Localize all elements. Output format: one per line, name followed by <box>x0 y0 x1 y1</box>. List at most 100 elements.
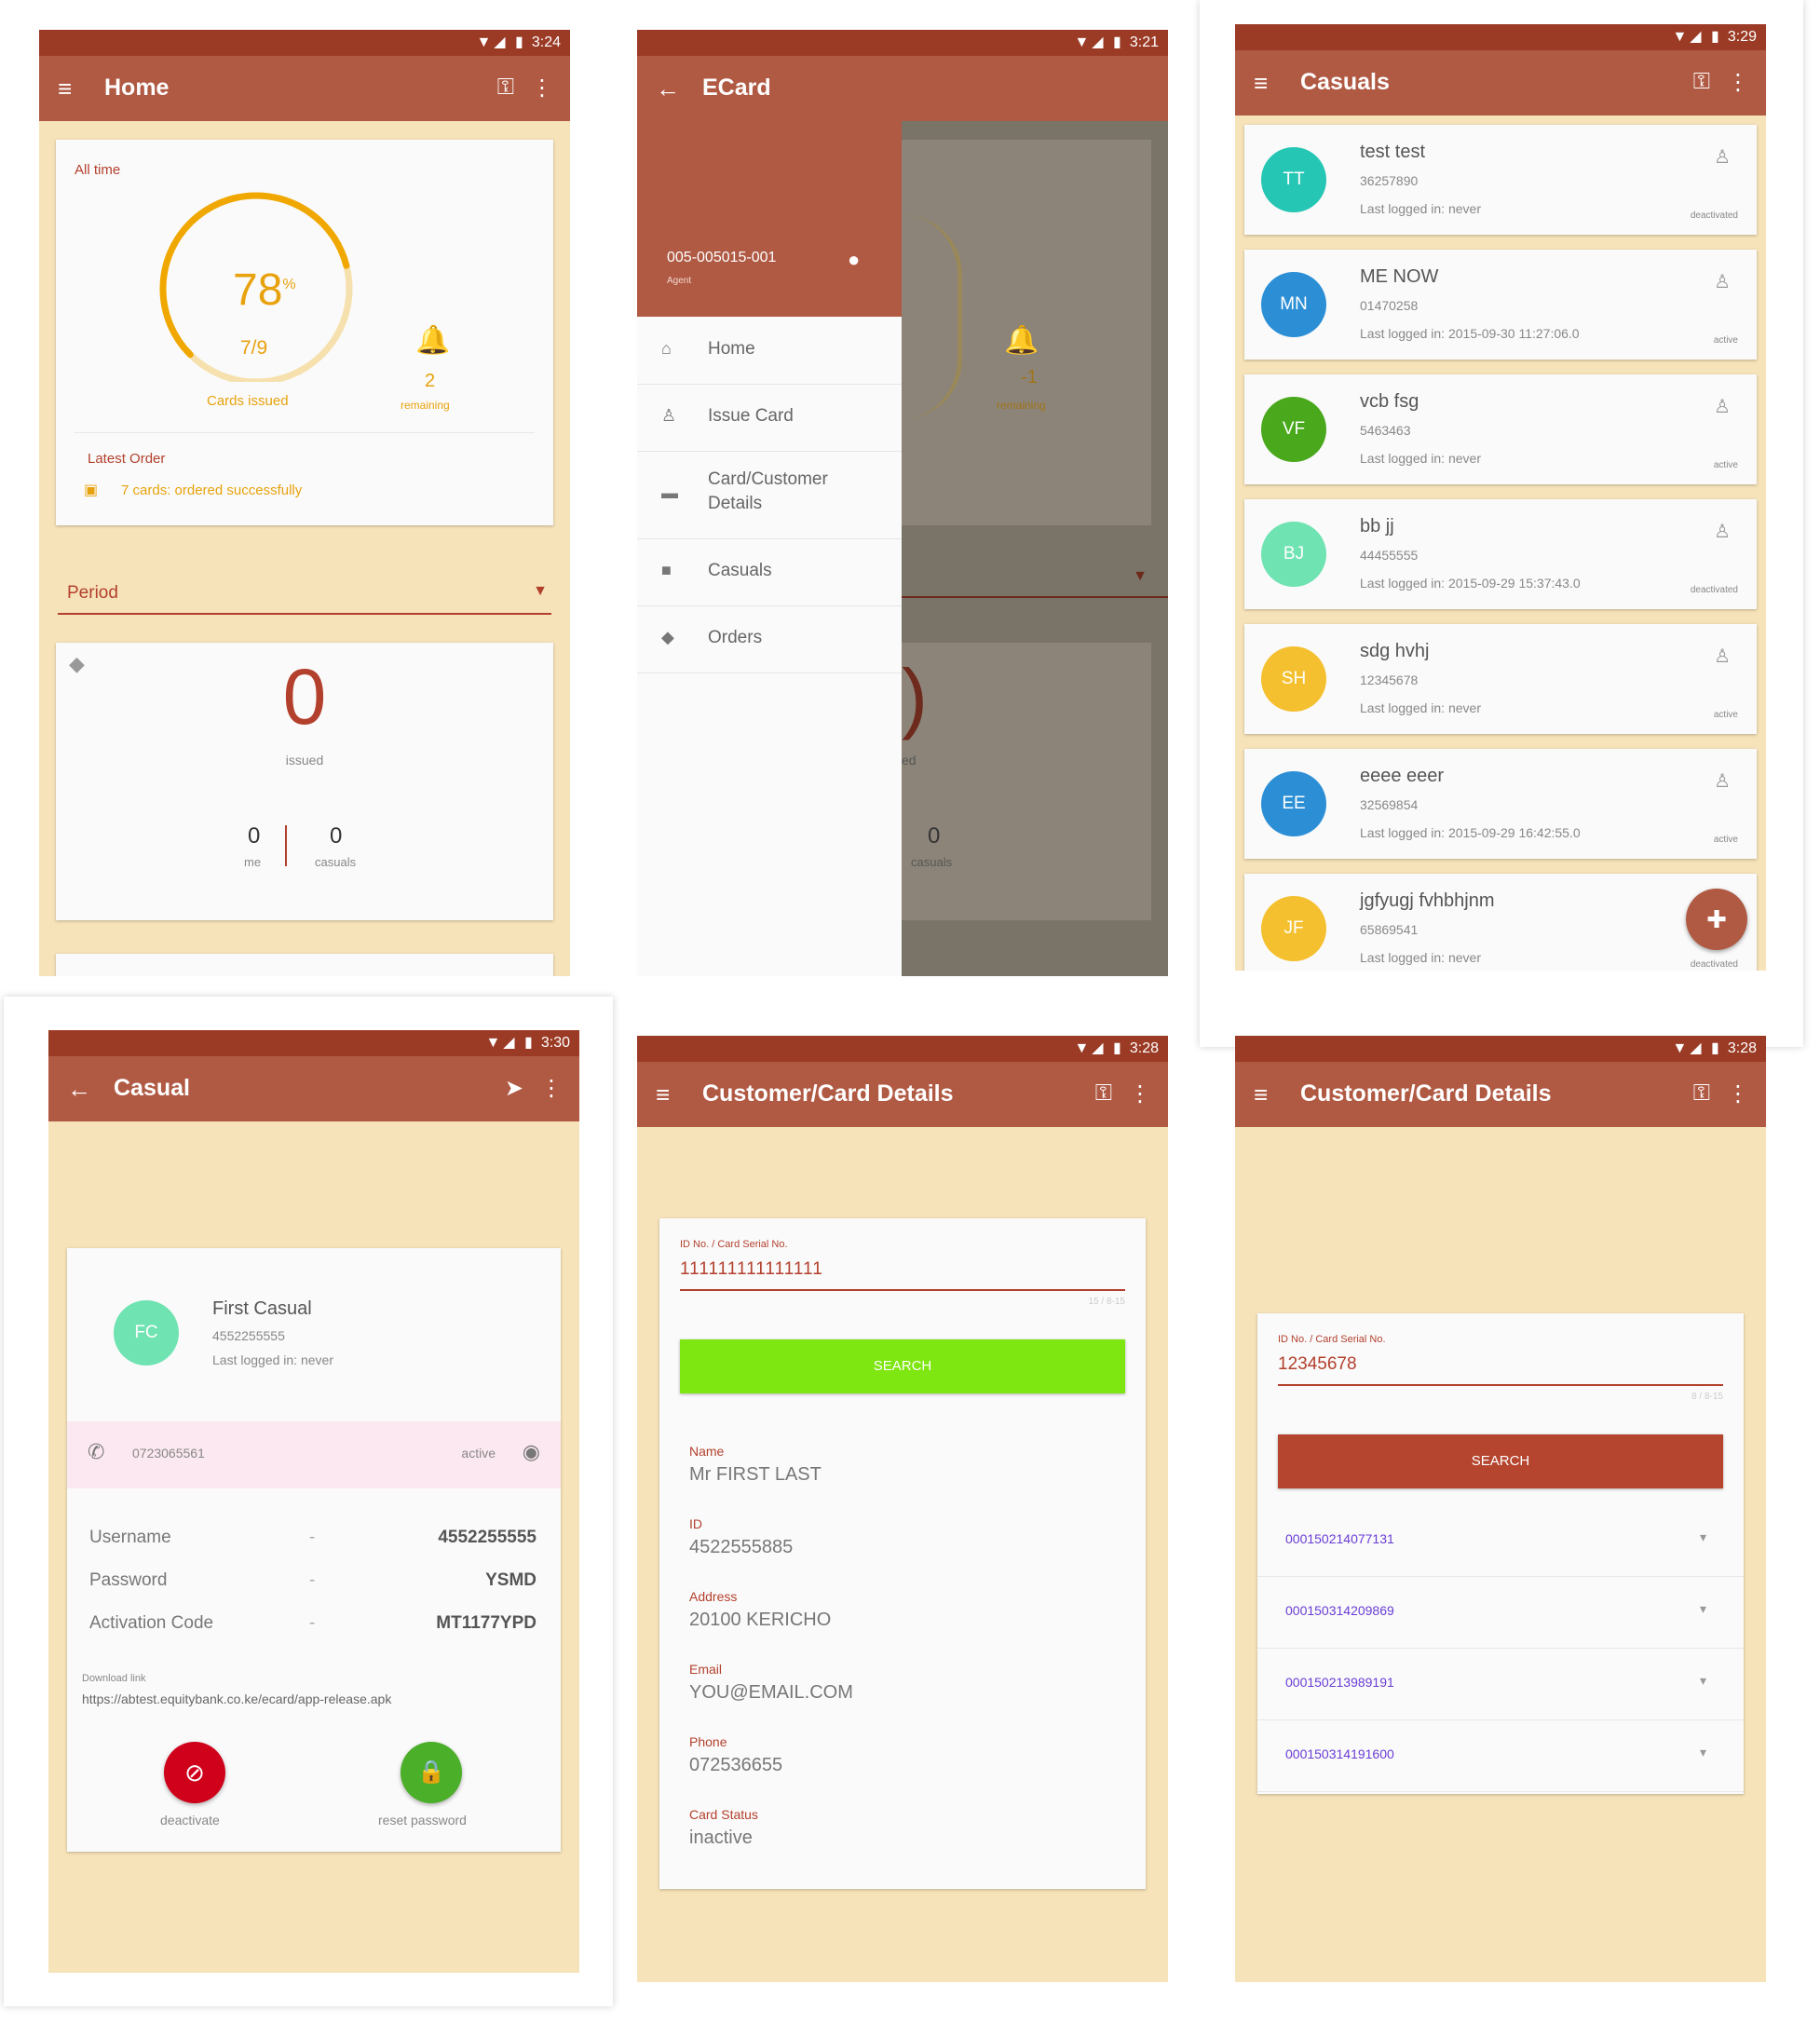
casual-last-login: Last logged in: 2015-09-30 11:27:06.0 <box>1360 326 1580 341</box>
me-label: me <box>244 855 262 869</box>
person-icon: ♙ <box>1714 771 1731 792</box>
briefcase-icon: ■ <box>661 561 672 579</box>
issued-count: 0 <box>282 653 327 740</box>
overflow-menu-icon[interactable]: ⋮ <box>1727 69 1749 96</box>
avatar: SH <box>1261 646 1326 712</box>
avatar: JF <box>1261 896 1326 961</box>
download-label: Download link <box>82 1673 146 1684</box>
casual-number: 65869541 <box>1360 922 1419 937</box>
deactivate-label: deactivate <box>160 1813 220 1827</box>
remaining-count: 2 <box>425 371 436 391</box>
divider <box>285 825 287 866</box>
id-field-label: ID No. / Card Serial No. <box>680 1239 788 1250</box>
dimmed-bell-icon: 🔔 <box>1004 325 1039 356</box>
key-icon[interactable]: ⚿ <box>1693 69 1710 95</box>
overflow-menu-icon[interactable]: ⋮ <box>1129 1080 1151 1107</box>
info-label: Email <box>689 1662 723 1677</box>
casual-last-login: Last logged in: 2015-09-29 16:42:55.0 <box>1360 825 1581 840</box>
char-counter: 8 / 8-15 <box>1691 1392 1723 1402</box>
casual-list-item[interactable]: JF jgfyugj fvhbhjnm 65869541 Last logged in… <box>1244 874 1757 971</box>
order-icon: ▣ <box>84 482 99 498</box>
dimmed-count: 0 <box>928 823 941 849</box>
page-title: Customer/Card Details <box>702 1080 954 1107</box>
menu-icon[interactable]: ≡ <box>1254 69 1268 98</box>
card-serial-item[interactable]: 000150314209869 ▾ <box>1257 1577 1744 1649</box>
drawer-item-home[interactable]: ⌂ Home <box>637 317 902 385</box>
menu-icon[interactable]: ≡ <box>656 1080 670 1109</box>
phone-casuals: ▼◢ ▮ 3:29 ≡ Casuals ⚿ ⋮ TT test test 362578… <box>1235 24 1766 971</box>
scrim[interactable]: 🔔 -1 remaining ▼ ) ed 0 casuals <box>902 121 1168 976</box>
drawer-item-casuals[interactable]: ■ Casuals <box>637 538 902 606</box>
credentials-list: Username - 4552255555 Password - YSMD Activati… <box>89 1522 536 1651</box>
account-icon[interactable]: ● <box>848 248 860 272</box>
casual-list-item[interactable]: SH sdg hvhj 12345678 Last logged in: never ♙… <box>1244 624 1757 734</box>
casual-name: vcb fsg <box>1360 391 1419 412</box>
casual-last-login: Last logged in: never <box>1360 451 1481 466</box>
period-label: Period <box>67 583 118 603</box>
credential-value: 4552255555 <box>438 1528 536 1547</box>
casual-name: ME NOW <box>1360 266 1439 287</box>
customer-info: Name Mr FIRST LAST ID 4522555885 Address 2010… <box>689 1444 1127 1880</box>
avatar: FC <box>114 1300 179 1365</box>
period-select[interactable]: Period ▼ <box>58 576 551 615</box>
card-serial-item[interactable]: 000150213989191 ▾ <box>1257 1649 1744 1720</box>
key-icon[interactable]: ⚿ <box>1095 1080 1112 1107</box>
status-icons: ▼◢ ▮ <box>1074 34 1124 50</box>
lock-icon: 🔒 <box>417 1759 445 1785</box>
info-value: Mr FIRST LAST <box>689 1464 822 1485</box>
card-serial-item[interactable]: 000150214077131 ▾ <box>1257 1505 1744 1577</box>
back-arrow-icon[interactable]: ← <box>656 75 680 103</box>
phone-icon: ✆ <box>88 1440 105 1463</box>
status-bar: ▼◢ ▮ 3:21 <box>637 30 1168 56</box>
overflow-menu-icon[interactable]: ⋮ <box>540 1075 563 1102</box>
key-icon[interactable]: ⚿ <box>497 75 514 101</box>
card-serial-list: 000150214077131 ▾ 000150314209869 ▾ 00015021… <box>1257 1505 1744 1792</box>
status-icons: ▼◢ ▮ <box>485 1035 536 1051</box>
send-icon[interactable]: ➤ <box>505 1075 523 1102</box>
back-arrow-icon[interactable]: ← <box>67 1075 91 1104</box>
download-link[interactable]: https://abtest.equitybank.co.ke/ecard/ap… <box>82 1692 391 1706</box>
drawer-item-label: Orders <box>708 628 763 647</box>
drawer-header: ← ECard 005-005015-001 Agent ● <box>637 56 902 317</box>
menu-icon[interactable]: ≡ <box>1254 1080 1268 1109</box>
drawer-item-card-customer-details[interactable]: ▬ Card/Customer Details <box>637 451 902 539</box>
casual-list-item[interactable]: VF vcb fsg 5463463 Last logged in: never ♙ ac… <box>1244 374 1757 484</box>
avatar: BJ <box>1261 522 1326 587</box>
casual-list-item[interactable]: MN ME NOW 01470258 Last logged in: 2015-09-… <box>1244 250 1757 360</box>
details-card: ID No. / Card Serial No. 111111111111111… <box>659 1218 1146 1889</box>
expand-icon: ▾ <box>1699 1601 1706 1616</box>
id-field-label: ID No. / Card Serial No. <box>1278 1334 1386 1345</box>
overflow-menu-icon[interactable]: ⋮ <box>531 75 553 102</box>
account-circle-icon: ◉ <box>522 1440 540 1463</box>
casual-number: 12345678 <box>1360 673 1419 687</box>
reset-password-label: reset password <box>378 1813 467 1827</box>
phone-row[interactable]: ✆ 0723065561 active ◉ <box>67 1421 561 1488</box>
id-input[interactable]: 12345678 <box>1278 1351 1723 1386</box>
person-icon: ♙ <box>1714 522 1731 542</box>
casual-list-item[interactable]: TT test test 36257890 Last logged in: never… <box>1244 125 1757 235</box>
casual-number: 5463463 <box>1360 423 1411 438</box>
search-button[interactable]: SEARCH <box>680 1339 1125 1393</box>
status-icons: ▼◢ ▮ <box>476 34 526 50</box>
id-input[interactable]: 111111111111111 <box>680 1256 1125 1291</box>
drawer-item-label: Card/Customer Details <box>708 469 828 513</box>
drawer-item-orders[interactable]: ◆ Orders <box>637 605 902 673</box>
card-serial: 000150213989191 <box>1285 1675 1394 1690</box>
card-serial-item[interactable]: 000150314191600 ▾ <box>1257 1720 1744 1792</box>
menu-icon[interactable]: ≡ <box>58 75 72 103</box>
char-counter: 15 / 8-15 <box>1088 1297 1125 1307</box>
info-label: Phone <box>689 1734 727 1749</box>
overflow-menu-icon[interactable]: ⋮ <box>1727 1080 1749 1107</box>
reset-password-button[interactable]: 🔒 <box>401 1742 462 1803</box>
casual-list-item[interactable]: EE eeee eeer 32569854 Last logged in: 2015-… <box>1244 749 1757 859</box>
page-title: Home <box>104 75 170 101</box>
drawer-item-issue-card[interactable]: ♙ Issue Card <box>637 384 902 452</box>
deactivate-button[interactable]: ⊘ <box>164 1742 225 1803</box>
add-casual-fab[interactable]: ✚ <box>1686 889 1747 950</box>
search-button[interactable]: SEARCH <box>1278 1434 1723 1488</box>
next-card <box>56 954 553 976</box>
casual-list-item[interactable]: BJ bb jj 44455555 Last logged in: 2015-09-2… <box>1244 499 1757 609</box>
casual-last-login: Last logged in: never <box>1360 700 1481 715</box>
status-time: 3:28 <box>1129 1040 1159 1056</box>
key-icon[interactable]: ⚿ <box>1693 1080 1710 1107</box>
